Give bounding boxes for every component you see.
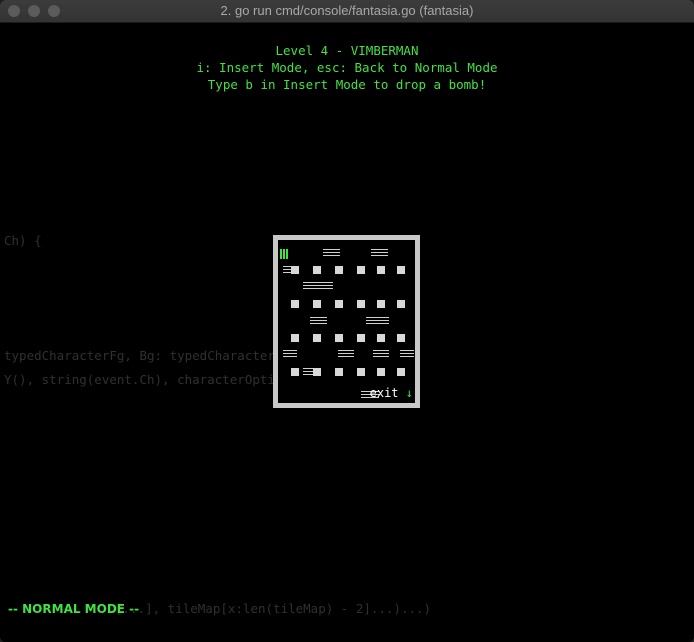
exit-arrow-icon: ↓: [405, 386, 413, 400]
pillar-block: [313, 300, 321, 308]
pillar-block: [357, 266, 365, 274]
brick-block: [303, 282, 333, 289]
mode-instructions: i: Insert Mode, esc: Back to Normal Mode: [196, 60, 498, 75]
ghost-code-line: [...], tileMap[x:len(tileMap) - 2]...)..…: [115, 601, 432, 616]
pillar-block: [357, 334, 365, 342]
pillar-block: [377, 300, 385, 308]
pillar-block: [397, 300, 405, 308]
brick-block: [323, 249, 340, 256]
exit-text: exit: [369, 386, 399, 400]
terminal-content[interactable]: Level 4 - VIMBERMAN i: Insert Mode, esc:…: [0, 23, 694, 642]
brick-block: [303, 368, 313, 375]
pillar-block: [291, 334, 299, 342]
exit-label: exit ↓: [370, 386, 413, 400]
bomb-hint: Type b in Insert Mode to drop a bomb!: [207, 77, 487, 92]
pillar-block: [397, 368, 405, 376]
pillar-block: [377, 334, 385, 342]
ghost-code-line: Ch) {: [4, 233, 42, 248]
brick-block: [371, 249, 388, 256]
brick-block: [338, 350, 354, 357]
pillar-block: [335, 266, 343, 274]
ghost-code-line: typedCharacterFg, Bg: typedCharacterBg: [4, 348, 290, 363]
level-title: Level 4 - VIMBERMAN: [275, 43, 419, 58]
pillar-block: [357, 368, 365, 376]
pillar-block: [335, 334, 343, 342]
pillar-block: [377, 266, 385, 274]
pillar-block: [291, 368, 299, 376]
terminal-window: 2. go run cmd/console/fantasia.go (fanta…: [0, 0, 694, 642]
pillar-block: [335, 300, 343, 308]
pillar-block: [313, 334, 321, 342]
pillar-block: [377, 368, 385, 376]
pillar-block: [313, 368, 321, 376]
game-board[interactable]: exit ↓: [273, 235, 420, 408]
vim-mode-indicator: -- NORMAL MODE --: [8, 602, 140, 616]
pillar-block: [335, 368, 343, 376]
brick-block: [283, 350, 297, 357]
brick-block: [373, 350, 389, 357]
pillar-block: [313, 266, 321, 274]
pillar-block: [357, 300, 365, 308]
pillar-block: [397, 334, 405, 342]
pillar-block: [291, 266, 299, 274]
title-bar: 2. go run cmd/console/fantasia.go (fanta…: [0, 0, 694, 23]
player-sprite: [280, 249, 288, 259]
brick-block: [310, 317, 327, 324]
brick-block: [366, 317, 389, 324]
ghost-code-line: Y(), string(event.Ch), characterOptions): [4, 372, 306, 387]
window-title: 2. go run cmd/console/fantasia.go (fanta…: [220, 3, 474, 18]
brick-block: [400, 350, 414, 357]
pillar-block: [397, 266, 405, 274]
pillar-block: [291, 300, 299, 308]
